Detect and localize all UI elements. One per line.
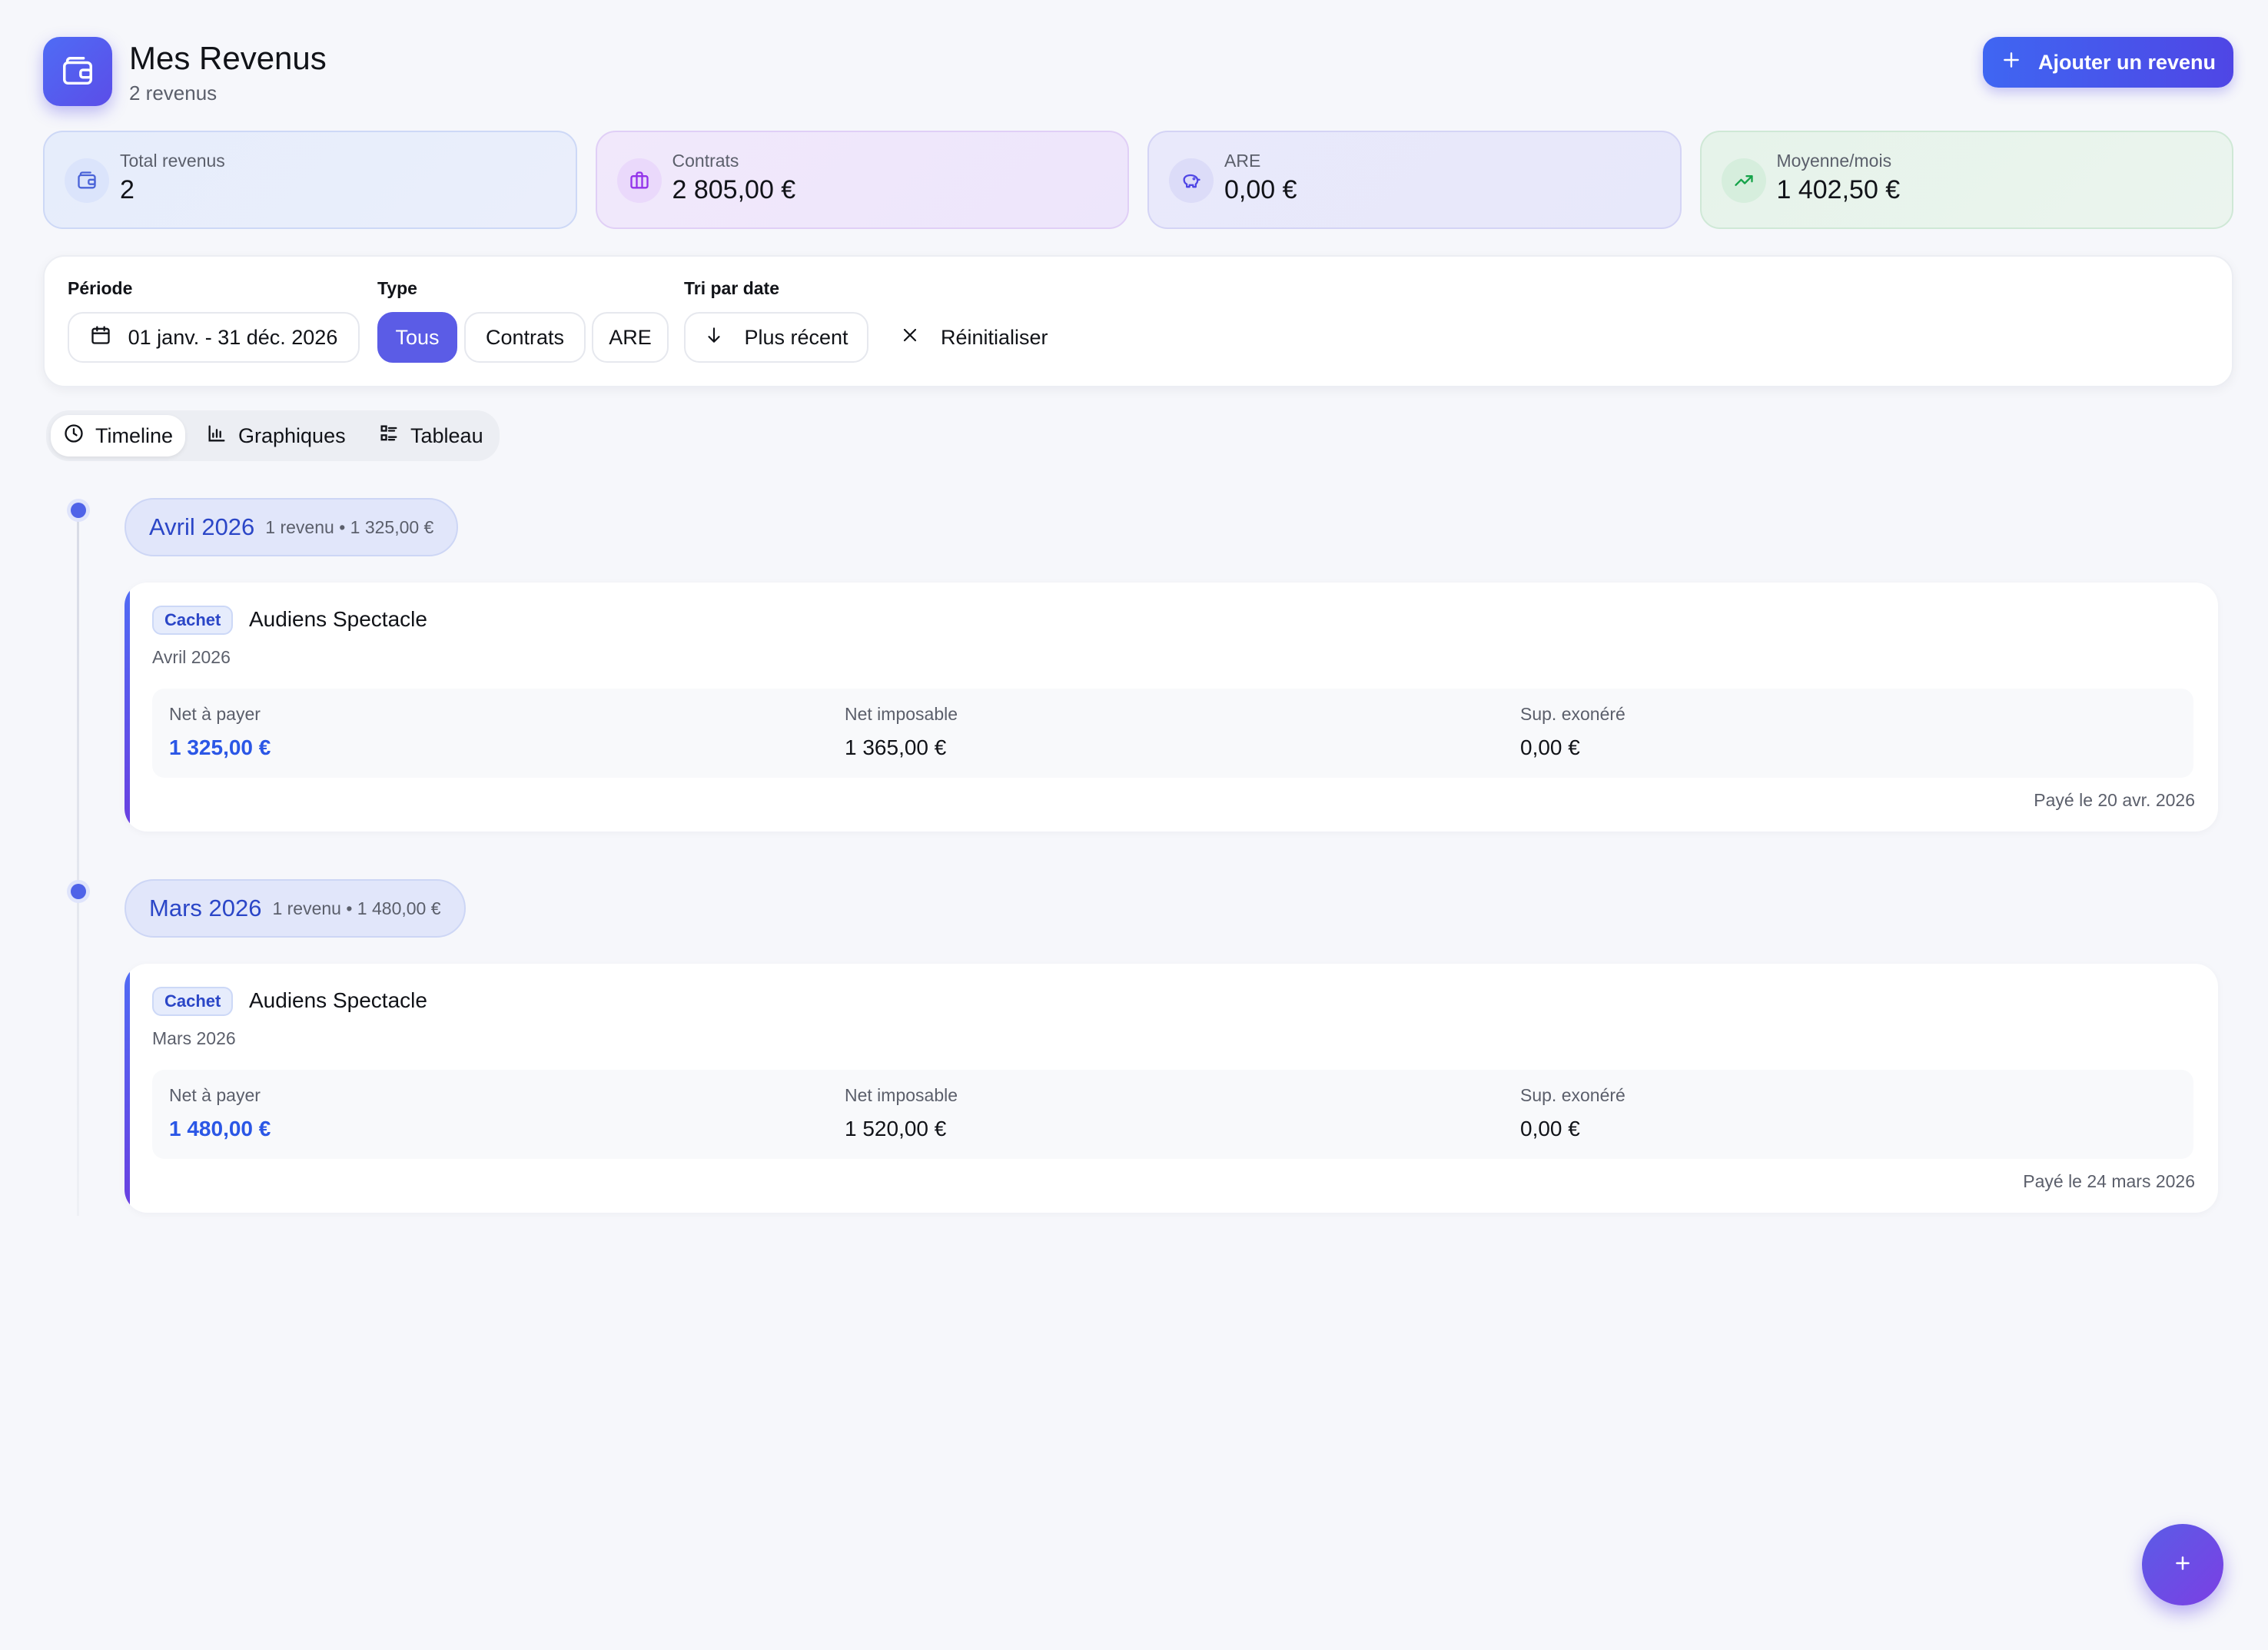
net-label: Net à payer [169, 704, 261, 724]
reset-label: Réinitialiser [941, 325, 1048, 349]
stat-value: 0,00 € [1224, 175, 1297, 204]
stat-value: 2 805,00 € [672, 175, 796, 204]
taxable-amount: Net imposable 1 365,00 € [845, 704, 958, 760]
tab-label: Tableau [410, 423, 483, 447]
type-option-contrats[interactable]: Contrats [464, 312, 586, 363]
revenue-card[interactable]: Cachet Audiens Spectacle Avril 2026 Net … [125, 583, 2218, 832]
clock-icon [63, 423, 85, 450]
paid-date: Payé le 20 avr. 2026 [2034, 790, 2195, 810]
exempt-label: Sup. exonéré [1520, 704, 1625, 724]
briefcase-icon [616, 158, 662, 203]
amounts-panel: Net à payer 1 325,00 € Net imposable 1 3… [152, 689, 2193, 778]
list-icon [378, 423, 400, 450]
payer-name: Audiens Spectacle [249, 988, 427, 1012]
sort-value: Plus récent [744, 325, 848, 349]
month-title: Avril 2026 [149, 513, 255, 540]
net-amount: Net à payer 1 480,00 € [169, 1085, 271, 1141]
exempt-value: 0,00 € [1520, 735, 1580, 759]
type-option-tous[interactable]: Tous [377, 312, 457, 363]
sort-select[interactable]: Plus récent [684, 312, 868, 363]
stat-label: ARE [1224, 151, 1261, 171]
add-revenue-label: Ajouter un revenu [2038, 50, 2217, 74]
exempt-amount: Sup. exonéré 0,00 € [1520, 1085, 1625, 1141]
stat-card-moyenne: Moyenne/mois 1 402,50 € [1699, 131, 2233, 229]
period-label: Période [68, 278, 133, 298]
month-header: Mars 2026 1 revenu • 1 480,00 € [125, 879, 466, 938]
plus-icon [2171, 1552, 2194, 1579]
stat-card-contrats: Contrats 2 805,00 € [595, 131, 1129, 229]
type-badge: Cachet [152, 987, 234, 1016]
paid-date: Payé le 24 mars 2026 [2023, 1171, 2195, 1191]
stat-card-are: ARE 0,00 € [1147, 131, 1682, 229]
month-title: Mars 2026 [149, 895, 262, 921]
period-picker[interactable]: 01 janv. - 31 déc. 2026 [68, 312, 360, 363]
stat-label: Moyenne/mois [1776, 151, 1892, 171]
month-summary: 1 revenu • 1 325,00 € [265, 516, 434, 537]
taxable-amount: Net imposable 1 520,00 € [845, 1085, 958, 1141]
trending-up-icon [1721, 158, 1766, 203]
calendar-icon [90, 324, 111, 351]
amounts-panel: Net à payer 1 480,00 € Net imposable 1 5… [152, 1070, 2193, 1159]
tab-timeline[interactable]: Timeline [51, 415, 186, 456]
month-header: Avril 2026 1 revenu • 1 325,00 € [125, 498, 459, 556]
piggy-bank-icon [1169, 158, 1214, 203]
plus-icon [2001, 50, 2021, 75]
net-value: 1 480,00 € [169, 1117, 271, 1140]
taxable-label: Net imposable [845, 704, 958, 724]
tab-label: Timeline [95, 423, 174, 447]
sort-label: Tri par date [684, 278, 779, 298]
stat-label: Total revenus [120, 151, 225, 171]
timeline-line [77, 509, 79, 1216]
card-accent-bar [125, 583, 130, 832]
payer-name: Audiens Spectacle [249, 607, 427, 631]
type-option-are[interactable]: ARE [592, 312, 669, 363]
net-label: Net à payer [169, 1085, 261, 1105]
page-header: Mes Revenus 2 revenus Ajouter un revenu [43, 37, 2233, 108]
stats-row: Total revenus 2 Contrats 2 805,00 € ARE … [43, 131, 2233, 229]
wallet-icon [43, 37, 112, 106]
bar-chart-icon [206, 423, 227, 450]
reset-button[interactable]: Réinitialiser [901, 312, 1048, 363]
revenue-month: Mars 2026 [152, 1028, 236, 1048]
stat-value: 1 402,50 € [1776, 175, 1901, 204]
page-title: Mes Revenus [129, 40, 327, 76]
wallet-icon [65, 158, 109, 203]
taxable-value: 1 520,00 € [845, 1117, 947, 1140]
taxable-label: Net imposable [845, 1085, 958, 1105]
page-subtitle: 2 revenus [129, 81, 218, 105]
stat-label: Contrats [672, 151, 739, 171]
type-badge: Cachet [152, 606, 234, 635]
tab-graphiques[interactable]: Graphiques [194, 415, 358, 456]
stat-value: 2 [120, 175, 134, 204]
arrow-down-icon [704, 325, 724, 350]
taxable-value: 1 365,00 € [845, 735, 947, 759]
stat-card-total: Total revenus 2 [43, 131, 577, 229]
timeline-dot [71, 503, 86, 518]
net-amount: Net à payer 1 325,00 € [169, 704, 271, 760]
floating-add-button[interactable] [2142, 1524, 2223, 1605]
revenue-card[interactable]: Cachet Audiens Spectacle Mars 2026 Net à… [125, 964, 2218, 1213]
month-summary: 1 revenu • 1 480,00 € [272, 898, 441, 918]
filters-panel: Période 01 janv. - 31 déc. 2026 Type Tou… [43, 255, 2233, 387]
exempt-value: 0,00 € [1520, 1117, 1580, 1140]
type-label: Type [377, 278, 417, 298]
period-value: 01 janv. - 31 déc. 2026 [128, 325, 338, 349]
timeline-dot [71, 884, 86, 899]
add-revenue-button[interactable]: Ajouter un revenu [1983, 37, 2233, 88]
card-accent-bar [125, 964, 130, 1213]
close-icon [901, 326, 919, 350]
revenue-month: Avril 2026 [152, 647, 231, 667]
exempt-label: Sup. exonéré [1520, 1085, 1625, 1105]
net-value: 1 325,00 € [169, 735, 271, 759]
tab-label: Graphiques [238, 423, 346, 447]
tab-tableau[interactable]: Tableau [366, 415, 496, 456]
exempt-amount: Sup. exonéré 0,00 € [1520, 704, 1625, 760]
view-tabs: Timeline Graphiques Tableau [46, 410, 500, 461]
